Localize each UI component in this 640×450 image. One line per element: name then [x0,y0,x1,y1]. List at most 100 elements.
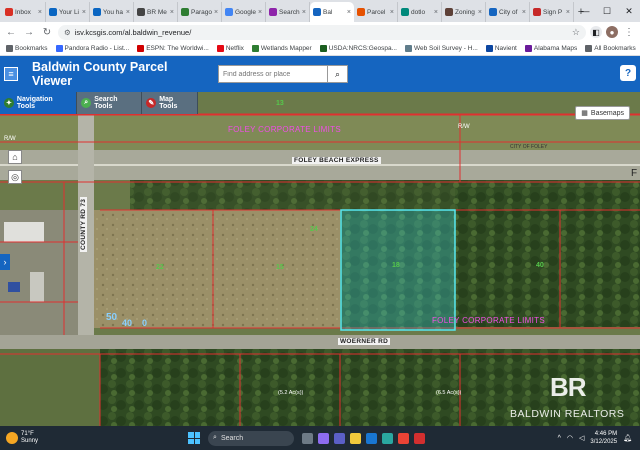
browser-tab[interactable]: Your Li × [46,2,90,22]
tab-close-icon[interactable]: × [214,9,218,16]
browser-tab[interactable]: Sign P × [530,2,574,22]
bookmark-item[interactable]: Web Soil Survey - H... [405,45,478,52]
app-title: Baldwin County Parcel Viewer [32,60,168,88]
basemaps-button[interactable]: ▦ Basemaps [575,106,630,120]
browser-tab[interactable]: Parcel × [354,2,398,22]
tab-close-icon[interactable]: × [82,9,86,16]
search-icon: ⌕ [334,68,341,79]
hamburger-menu-icon[interactable]: ≡ [4,67,18,81]
notification-bell-icon[interactable]: 🔔︎ [623,434,632,442]
taskbar-search[interactable]: ⌕ Search [208,430,295,446]
road-number-label: 0 [142,318,148,328]
edge-icon[interactable] [382,432,394,444]
back-icon[interactable]: ← [4,25,18,39]
bookmark-item[interactable]: Alabama Maps [524,45,577,52]
browser-tab[interactable]: Google × [222,2,266,22]
tab-favicon-icon [445,8,453,16]
browser-tab[interactable]: Parago × [178,2,222,22]
bookmark-item[interactable]: ESPN: The Worldwi... [137,45,209,52]
bookmark-item[interactable]: Pandora Radio - List... [55,45,129,52]
bookmark-label: Bookmarks [15,45,48,52]
row-label-right: R/W [458,124,470,130]
tab-label: You ha [103,8,124,16]
browser-tab[interactable]: City of × [486,2,530,22]
wifi-icon[interactable]: ◠ [567,434,573,442]
chevron-up-icon[interactable]: ^ [558,435,561,442]
parcel-map[interactable]: FOLEY CORPORATE LIMITS FOLEY CORPORATE L… [0,92,640,426]
app-icon[interactable] [414,432,426,444]
side-panel-toggle[interactable]: › [0,254,10,270]
bookmark-item[interactable]: Netflix [216,45,244,52]
map-tools-button[interactable]: ✎ Map Tools [142,92,198,114]
browser-tab[interactable]: BR Me × [134,2,178,22]
address-bar[interactable]: ⚙ isv.kcsgis.com/al.baldwin_revenue/ ☆ [58,24,586,40]
site-info-icon[interactable]: ⚙ [64,28,71,37]
navigation-tools-button[interactable]: ✦ Navigation Tools [0,92,78,114]
reload-icon[interactable]: ↻ [40,25,54,39]
help-button[interactable]: ? [620,65,636,81]
tab-favicon-icon [137,8,145,16]
search-button[interactable]: ⌕ [328,65,348,83]
home-button[interactable]: ⌂ [8,150,22,164]
bookmark-item[interactable]: Bookmarks [6,45,48,52]
clock[interactable]: 4:46 PM 3/12/2025 [590,430,617,446]
bookmark-star-icon[interactable]: ☆ [572,27,580,38]
tab-close-icon[interactable]: × [478,9,482,16]
extension-icon[interactable]: ◧ [590,26,602,38]
teams-icon[interactable] [334,432,346,444]
menu-kebab-icon[interactable]: ⋮ [622,25,636,39]
bookmark-favicon-icon [524,45,532,52]
minimize-icon[interactable]: — [574,0,596,22]
copilot-icon[interactable] [318,432,330,444]
tab-label: Parago [191,8,212,16]
tab-close-icon[interactable]: × [126,9,130,16]
navigation-icon: ✦ [4,98,14,108]
profile-avatar[interactable]: ● [606,26,618,38]
forward-icon[interactable]: → [22,25,36,39]
maximize-icon[interactable]: ☐ [596,0,618,22]
windows-start-icon[interactable] [188,432,201,444]
tab-label: Bal [323,8,333,16]
search-tools-icon: ⌕ [81,98,92,108]
bookmark-favicon-icon [405,45,412,52]
weather-condition: Sunny [21,438,39,444]
bookmark-label: USDA:NRCS:Geospa... [328,45,397,52]
browser-tab[interactable]: dotlo × [398,2,442,22]
search-input[interactable] [218,65,328,83]
tab-close-icon[interactable]: × [390,9,394,16]
tab-close-icon[interactable]: × [347,9,351,16]
tab-close-icon[interactable]: × [522,9,526,16]
task-view-icon[interactable] [302,432,314,444]
parcel-number-label: 18 [392,262,400,269]
chrome-icon[interactable] [398,432,410,444]
tab-close-icon[interactable]: × [170,9,174,16]
browser-tab[interactable]: You ha × [90,2,134,22]
weather-widget[interactable]: 71°F Sunny [6,431,38,445]
all-bookmarks-folder[interactable]: All Bookmarks [585,45,636,52]
outlook-icon[interactable] [366,432,378,444]
tab-close-icon[interactable]: × [434,9,438,16]
tab-close-icon[interactable]: × [258,9,262,16]
tab-label: Zoning [455,8,475,16]
browser-tab[interactable]: Inbox × [2,2,46,22]
bookmark-item[interactable]: Navient [485,45,517,52]
tab-label: Sign P [543,8,563,16]
bookmark-item[interactable]: Wetlands Mapper [251,45,312,52]
parcel-number-label: 24 [310,226,318,233]
locate-button[interactable]: ◎ [8,170,22,184]
tab-close-icon[interactable]: × [566,9,570,16]
close-window-icon[interactable]: ✕ [618,0,640,22]
sun-icon [6,432,18,444]
browser-tab[interactable]: Search × [266,2,310,22]
city-of-foley-label: CITY OF FOLEY [510,144,548,150]
tab-close-icon[interactable]: × [38,9,42,16]
browser-tab[interactable]: Bal × [310,2,354,22]
file-explorer-icon[interactable] [350,432,362,444]
browser-tab[interactable]: Zoning × [442,2,486,22]
volume-icon[interactable]: ◁ [579,434,584,442]
bookmark-label: Navient [494,45,517,52]
tab-close-icon[interactable]: × [302,9,306,16]
search-tools-button[interactable]: ⌕ Search Tools [77,92,143,114]
bookmark-item[interactable]: USDA:NRCS:Geospa... [319,45,397,52]
search-tools-label: Search Tools [94,96,118,110]
